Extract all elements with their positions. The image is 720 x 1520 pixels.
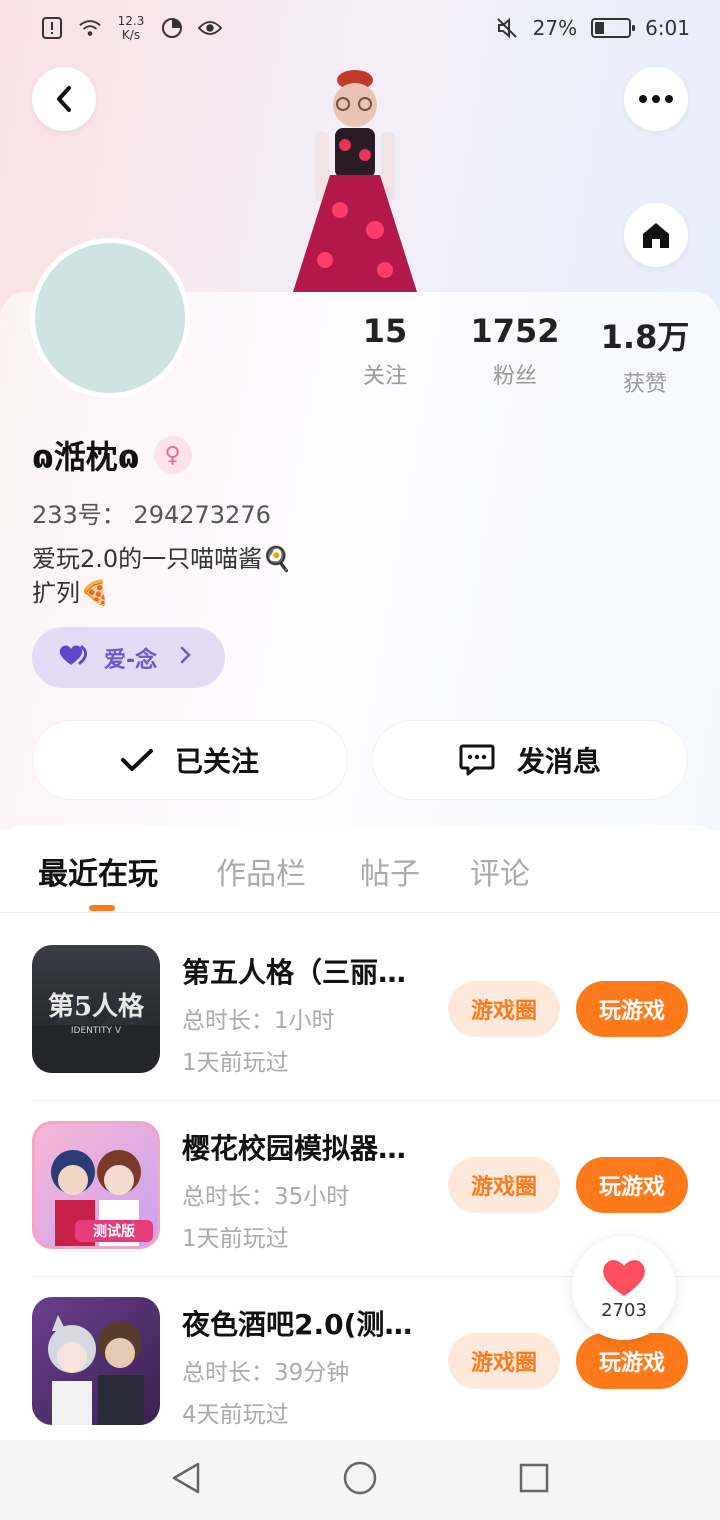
more-horizontal-icon — [639, 95, 673, 103]
status-bar: 12.3 K/s 27% 6:01 — [0, 0, 720, 56]
battery-fill — [595, 22, 604, 34]
nickname-row: ɷ湉枕ɷ ♀ — [32, 432, 192, 478]
game-title: 第五人格（三丽… — [182, 956, 407, 989]
game-icon-night-bar[interactable] — [32, 1297, 160, 1425]
play-game-button[interactable]: 玩游戏 — [576, 1157, 688, 1213]
content-section: 最近在玩 作品栏 帖子 评论 第5人格 IDENTITY V 第五人格（三丽… … — [0, 825, 720, 1440]
play-game-button[interactable]: 玩游戏 — [576, 981, 688, 1037]
game-icon-label: 测试版 — [93, 1223, 135, 1240]
bio: 爱玩2.0的一只喵喵酱🍳 扩列🍕 — [32, 542, 292, 610]
game-title: 夜色酒吧2.0(测… — [182, 1308, 413, 1341]
game-duration: 总时长：1小时 — [182, 1008, 335, 1034]
game-circle-button[interactable]: 游戏圈 — [448, 981, 560, 1037]
game-last-played: 1天前玩过 — [182, 1050, 289, 1076]
followed-button[interactable]: 已关注 — [32, 720, 348, 800]
profile-stats: 15 关注 1752 粉丝 1.8万 获赞 — [320, 312, 710, 398]
nav-recents-button[interactable] — [519, 1463, 549, 1497]
like-float-button[interactable]: 2703 — [572, 1236, 676, 1340]
chevron-left-icon — [57, 86, 71, 112]
tab-works[interactable]: 作品栏 — [216, 849, 306, 893]
data-saver-icon — [160, 16, 184, 40]
tab-posts[interactable]: 帖子 — [360, 849, 420, 893]
stat-likes[interactable]: 1.8万 获赞 — [580, 312, 710, 398]
triangle-back-icon — [172, 1462, 200, 1494]
game-duration: 总时长：35小时 — [182, 1184, 350, 1210]
stat-value: 15 — [362, 312, 408, 350]
heart-icon — [603, 1259, 645, 1296]
send-message-label: 发消息 — [516, 745, 601, 778]
alert-icon — [40, 16, 64, 40]
more-button[interactable] — [624, 67, 688, 131]
tag-label: 爱-念 — [104, 647, 158, 673]
back-button[interactable] — [32, 67, 96, 131]
nav-home-button[interactable] — [343, 1461, 377, 1499]
network-speed: 12.3 K/s — [117, 14, 145, 42]
stat-label: 获赞 — [622, 372, 667, 397]
system-navigation-bar — [0, 1440, 720, 1520]
battery-percent: 27% — [532, 16, 578, 40]
eye-icon — [198, 16, 222, 40]
wifi-icon — [78, 16, 102, 40]
stat-following[interactable]: 15 关注 — [320, 312, 450, 398]
chevron-right-icon — [179, 645, 191, 670]
active-tab-indicator — [89, 905, 115, 911]
game-icon-label: 第5人格 — [48, 991, 145, 1022]
female-gender-icon: ♀ — [153, 436, 192, 474]
like-count: 2703 — [601, 1299, 647, 1321]
stat-label: 粉丝 — [492, 364, 537, 389]
play-game-button[interactable]: 玩游戏 — [576, 1333, 688, 1389]
game-list-item[interactable]: 第5人格 IDENTITY V 第五人格（三丽… 总时长：1小时 1天前玩过 游… — [32, 925, 720, 1101]
home-button[interactable] — [624, 203, 688, 267]
game-last-played: 4天前玩过 — [182, 1402, 289, 1428]
game-duration: 总时长：39分钟 — [182, 1360, 350, 1386]
game-icon-identity-v[interactable]: 第5人格 IDENTITY V — [32, 945, 160, 1073]
stat-label: 关注 — [362, 364, 407, 389]
square-recents-icon — [519, 1463, 549, 1493]
circle-home-icon — [343, 1461, 377, 1495]
home-icon — [643, 223, 669, 248]
stat-value: 1752 — [470, 312, 560, 350]
relationship-tag[interactable]: 爱-念 — [32, 627, 225, 688]
nickname: ɷ湉枕ɷ — [32, 438, 140, 476]
stat-value: 1.8万 — [600, 318, 690, 356]
nav-back-button[interactable] — [171, 1461, 201, 1499]
status-time: 6:01 — [645, 16, 690, 40]
user-id: 233号： 294273276 — [32, 501, 271, 529]
game-circle-button[interactable]: 游戏圈 — [448, 1333, 560, 1389]
game-icon-sublabel: IDENTITY V — [71, 1026, 122, 1036]
game-circle-button[interactable]: 游戏圈 — [448, 1157, 560, 1213]
followed-label: 已关注 — [174, 745, 259, 778]
game-icon-sakura-school[interactable]: 测试版 — [32, 1121, 160, 1249]
heart-icon — [58, 643, 88, 673]
battery-icon — [591, 18, 636, 38]
chat-bubble-icon — [459, 744, 495, 776]
game-title: 樱花校园模拟器… — [182, 1132, 407, 1165]
game-last-played: 1天前玩过 — [182, 1226, 289, 1252]
tab-recently-played[interactable]: 最近在玩 — [38, 849, 158, 893]
tab-comments[interactable]: 评论 — [470, 849, 530, 893]
bio-line: 爱玩2.0的一只喵喵酱🍳 — [32, 545, 293, 573]
send-message-button[interactable]: 发消息 — [372, 720, 688, 800]
check-icon — [120, 749, 153, 771]
character-figure-image — [293, 70, 417, 292]
avatar[interactable] — [30, 238, 190, 398]
stat-fans[interactable]: 1752 粉丝 — [450, 312, 580, 398]
mute-icon — [495, 16, 519, 40]
profile-tabs: 最近在玩 作品栏 帖子 评论 — [0, 825, 720, 913]
bio-line: 扩列🍕 — [32, 579, 110, 607]
